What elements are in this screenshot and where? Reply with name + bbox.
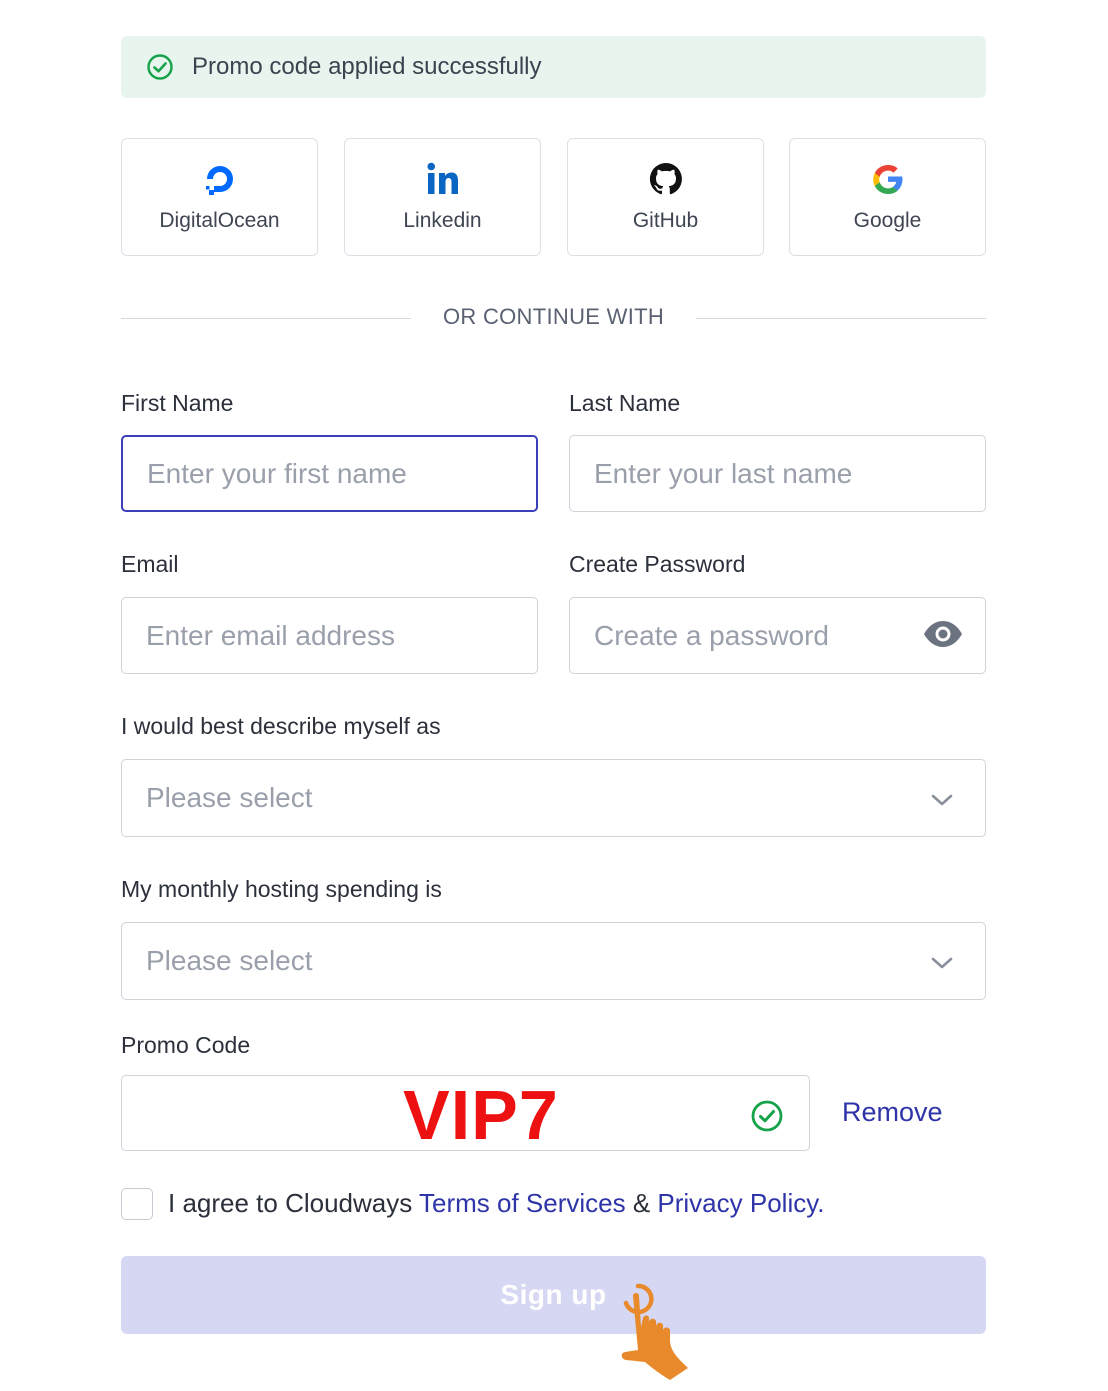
social-label: DigitalOcean	[159, 209, 280, 232]
describe-select[interactable]: Please select	[121, 759, 986, 837]
remove-promo-link[interactable]: Remove	[842, 1097, 943, 1128]
social-label: Google	[853, 209, 922, 232]
eye-icon[interactable]	[922, 619, 964, 649]
agree-prefix: I agree to Cloudways	[168, 1188, 419, 1218]
check-circle-icon	[751, 1100, 783, 1132]
spending-selected-value: Please select	[146, 945, 313, 976]
email-input[interactable]	[121, 597, 538, 674]
alert-message: Promo code applied successfully	[192, 53, 542, 80]
divider-text: OR CONTINUE WITH	[442, 304, 665, 329]
chevron-down-icon	[931, 794, 953, 806]
first-name-label: First Name	[121, 390, 234, 416]
pointer-hand-icon	[621, 1283, 688, 1380]
promo-success-alert: Promo code applied successfully	[121, 36, 986, 98]
first-name-input[interactable]	[121, 435, 538, 512]
last-name-label: Last Name	[569, 390, 681, 416]
divider-line-left	[121, 318, 411, 319]
social-label: Linkedin	[403, 209, 482, 232]
digitalocean-icon	[205, 166, 233, 195]
social-label: GitHub	[632, 209, 699, 232]
spending-label: My monthly hosting spending is	[121, 876, 442, 902]
promo-code-input[interactable]: VIP7	[121, 1075, 810, 1151]
digitalocean-login-button[interactable]: DigitalOcean	[121, 138, 318, 256]
signup-button[interactable]: Sign up	[121, 1256, 986, 1334]
agree-and: &	[625, 1188, 658, 1218]
agree-text: I agree to Cloudways Terms of Services &…	[168, 1188, 825, 1219]
github-icon	[649, 162, 682, 195]
describe-selected-value: Please select	[146, 782, 313, 813]
linkedin-icon	[426, 162, 458, 194]
email-label: Email	[121, 551, 179, 577]
github-login-button[interactable]: GitHub	[567, 138, 764, 256]
privacy-link[interactable]: Privacy Policy.	[657, 1188, 824, 1218]
chevron-down-icon	[931, 957, 953, 969]
signup-label: Sign up	[500, 1279, 607, 1310]
terms-link[interactable]: Terms of Services	[419, 1188, 626, 1218]
promo-code-value: VIP7	[403, 1076, 559, 1154]
linkedin-login-button[interactable]: Linkedin	[344, 138, 541, 256]
promo-label: Promo Code	[121, 1032, 251, 1058]
describe-label: I would best describe myself as	[121, 713, 441, 739]
divider-line-right	[696, 318, 986, 319]
spending-select[interactable]: Please select	[121, 922, 986, 1000]
google-login-button[interactable]: Google	[789, 138, 986, 256]
password-label: Create Password	[569, 551, 746, 577]
last-name-input[interactable]	[569, 435, 986, 512]
agree-checkbox[interactable]	[121, 1188, 153, 1220]
google-icon	[872, 165, 902, 194]
check-circle-icon	[147, 54, 173, 80]
